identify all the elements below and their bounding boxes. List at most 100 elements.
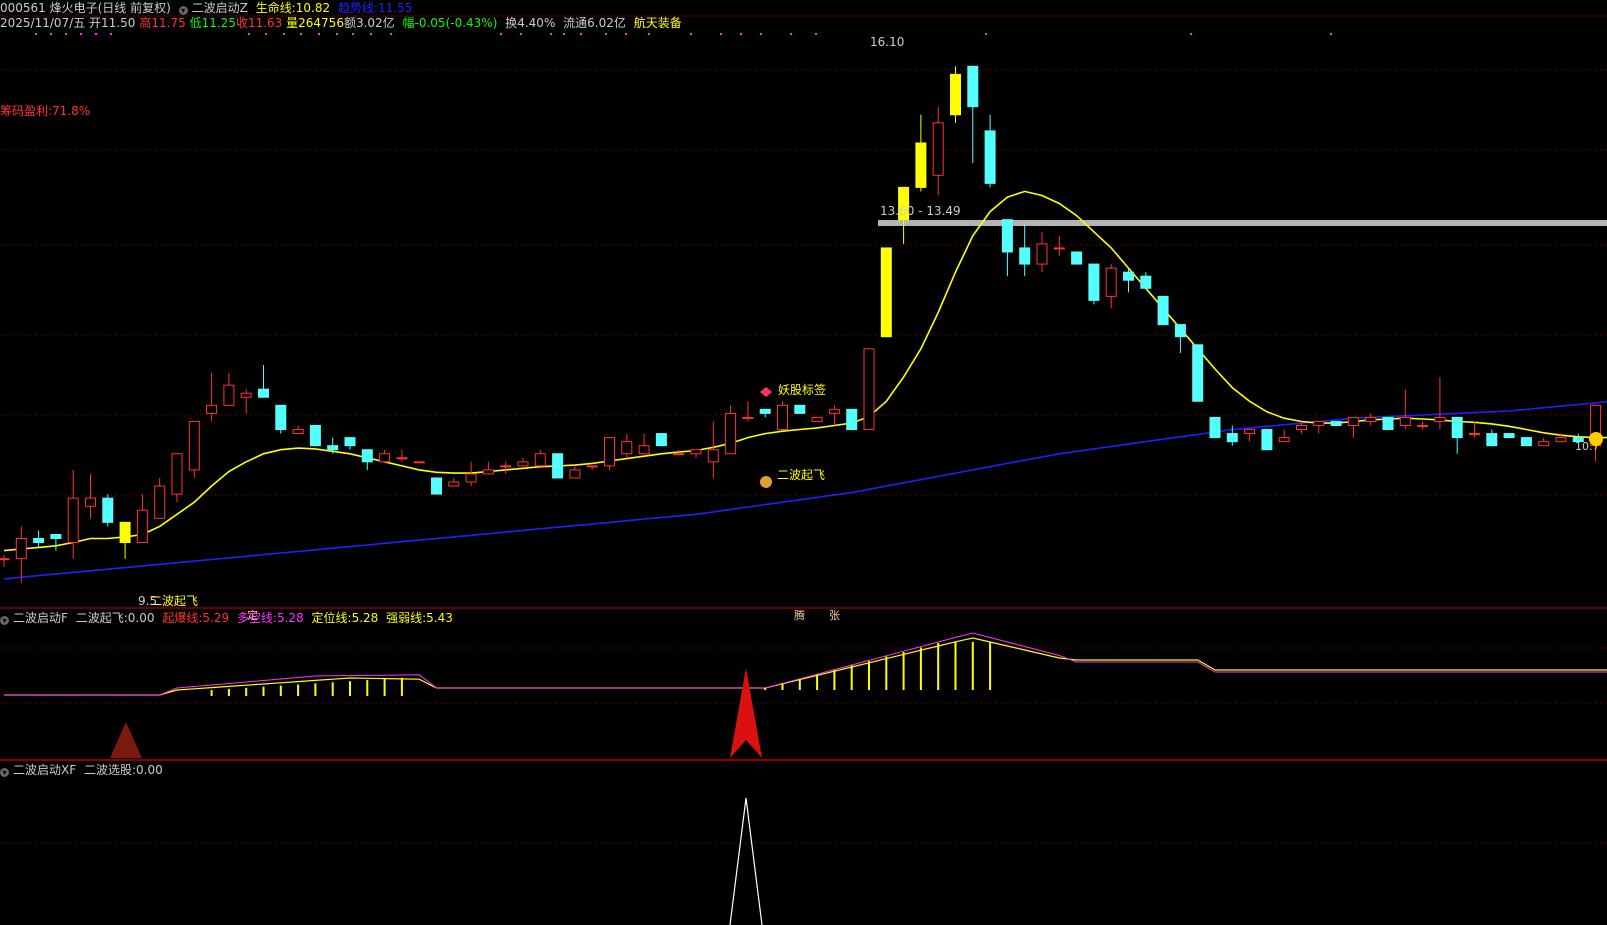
candle-body (1330, 420, 1342, 427)
trend-line-label: 趋势线: (337, 1, 378, 15)
candle-body (1278, 437, 1290, 443)
candle-body (552, 453, 564, 479)
fly-tag-left-label: 二波起飞 (150, 594, 198, 608)
candle-body (1001, 219, 1013, 253)
signal-mark (760, 33, 762, 35)
candle-body (794, 404, 806, 414)
candle-body (309, 425, 321, 447)
signal-mark (563, 33, 565, 35)
candle-body (327, 445, 339, 451)
candle-body (465, 473, 477, 483)
candle-body (67, 497, 79, 544)
select-value: 0.00 (136, 763, 163, 777)
close-value: 收11.63 (235, 16, 283, 30)
signal-mark (95, 33, 97, 35)
signal-mark (370, 33, 372, 35)
strong-value: 5.43 (426, 611, 453, 625)
fly-value: 0.00 (127, 611, 155, 625)
candle-body (1192, 344, 1204, 402)
turnover-value: 换4.40% (505, 16, 556, 30)
candle-body (154, 485, 166, 519)
signal-mark (35, 33, 37, 35)
signal-mark (985, 33, 987, 35)
candle-body (1434, 416, 1446, 422)
signal-mark (625, 33, 627, 35)
candle-body (431, 477, 442, 495)
candle-body (223, 384, 235, 406)
panel2-header: ▾ 二波启动F 二波起飞:0.00 起爆线:5.29 多空线:5.28 定位线:5… (0, 611, 457, 625)
candle-body (1053, 247, 1065, 250)
select-spike (729, 797, 763, 925)
candle-body (725, 412, 737, 455)
candle-body (1451, 416, 1463, 439)
select-label: 二波选股: (83, 763, 136, 777)
bull-label: 多空线: (236, 611, 277, 625)
collapse-icon[interactable]: ▾ (178, 6, 188, 15)
collapse-icon[interactable]: ▾ (0, 768, 9, 777)
stock-title: 000561 烽火电子(日线 前复权) (0, 1, 171, 15)
candle-body (482, 469, 494, 475)
candle-body (586, 465, 598, 468)
signal-mark (1190, 33, 1192, 35)
strong-label: 强弱线: (386, 611, 427, 625)
candle-body (517, 461, 529, 467)
demon-tag-label: 妖股标签 (778, 382, 826, 397)
signal-mark (790, 33, 792, 35)
candle-body (292, 429, 304, 435)
signal-mark (110, 33, 112, 35)
candle-body (258, 388, 269, 398)
candle-body (188, 420, 200, 471)
signal-mark (283, 33, 285, 35)
candle-body (0, 558, 10, 561)
fly-label: 二波起飞: (75, 611, 128, 625)
high-value: 高11.75 (139, 16, 186, 30)
candle-body (413, 461, 425, 464)
candle-body (1209, 416, 1221, 439)
chip-profit-label: 筹码盈利:71.8% (0, 104, 91, 118)
candle-body (984, 130, 996, 184)
candle-body (811, 416, 823, 422)
candle-body (1140, 275, 1152, 289)
candle-body (1071, 251, 1083, 265)
explode-value: 5.29 (202, 611, 230, 625)
candle-body (50, 533, 62, 540)
candle-body (604, 437, 615, 467)
candle-body (379, 453, 391, 463)
collapse-icon[interactable]: ▾ (0, 616, 9, 625)
sector-label: 航天装备 (633, 16, 682, 30)
candle-body (1244, 429, 1256, 435)
signal-triangle (110, 722, 142, 758)
signal-spike (730, 668, 762, 758)
candle-body (1503, 433, 1515, 439)
gem-icon (760, 387, 772, 397)
candle-body (396, 457, 408, 460)
candle-body (1399, 416, 1411, 426)
teng-mark: 腾 (794, 608, 805, 622)
explode-label: 起爆线: (162, 611, 203, 625)
candle-body (915, 142, 927, 188)
signal-mark (390, 33, 392, 35)
signal-mark (336, 33, 338, 35)
candle-body (275, 404, 287, 431)
life-line-label: 生命线: (255, 1, 296, 15)
candle-body (638, 445, 650, 455)
candle-body (655, 433, 667, 447)
signal-mark (605, 33, 607, 35)
signal-mark (740, 33, 742, 35)
signal-mark (690, 33, 692, 35)
high-label: 16.10 (870, 35, 904, 49)
open-value: 开11.50 (89, 16, 136, 30)
candle-body (344, 437, 356, 447)
candle-body (500, 465, 512, 468)
fly-tag-label: 二波起飞 (777, 468, 825, 482)
main-indicator-name: 二波启动Z (191, 1, 248, 15)
signal-mark (520, 33, 522, 35)
low-value: 低11.25 (189, 16, 236, 30)
candle-body (707, 449, 719, 463)
candle-body (1313, 420, 1325, 427)
candle-body (534, 453, 546, 467)
candle-body (1486, 433, 1498, 447)
candle-body (828, 408, 840, 414)
life-line-value: 10.82 (295, 1, 331, 15)
pos-value: 5.28 (351, 611, 379, 625)
